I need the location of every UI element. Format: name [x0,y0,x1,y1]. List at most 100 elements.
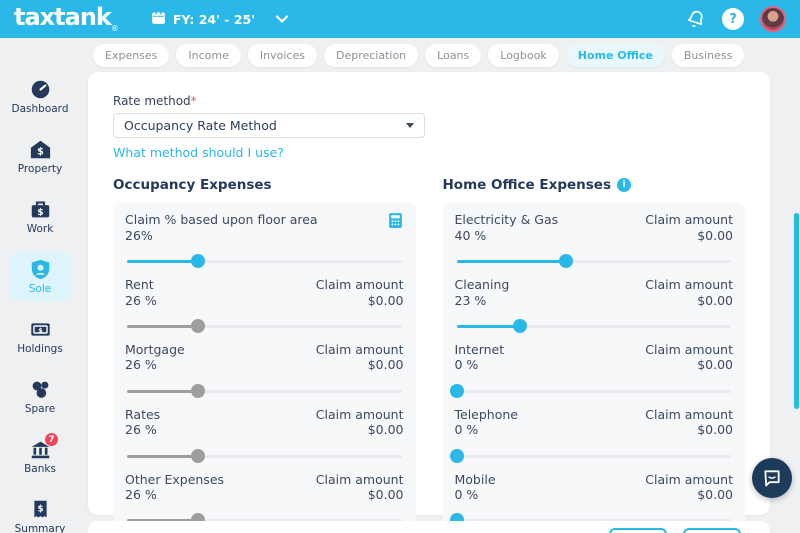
tab-bar: Expenses Income Invoices Depreciation Loans L… [93,44,745,67]
expense-label: Rent [125,276,154,292]
percent-slider[interactable] [127,448,402,463]
sidebar-item-dashboard[interactable]: Dashboard [9,72,71,121]
bank-icon: 7 [29,433,58,460]
sidebar-item-spare[interactable]: Spare [9,372,71,421]
percent-slider[interactable] [127,383,402,398]
sidebar-item-summary[interactable]: $ Summary [9,492,71,533]
cutoff-button-2[interactable] [683,528,741,533]
rate-method-select[interactable]: Occupancy Rate Method [113,113,425,138]
svg-text:$: $ [38,326,43,334]
gauge-icon [29,78,51,100]
claim-amount-label: Claim amount [645,341,733,357]
financial-year-label: FY: 24' - 25' [172,11,256,27]
svg-text:$: $ [37,146,44,157]
expense-row: Other Expenses 26 % Claim amount $0.00 [125,472,404,528]
expense-label: Telephone [454,406,518,422]
sidebar-item-label: Summary [14,523,66,533]
claim-amount-label: Claim amount [315,276,404,292]
tab-income[interactable]: Income [176,44,241,67]
info-icon[interactable]: i [616,178,631,192]
claim-amount-value: $0.00 [367,422,404,438]
receipt-dollar-icon: $ [29,498,51,520]
claim-amount-value: $0.00 [697,487,733,503]
claim-amount-label: Claim amount [315,341,404,357]
expense-row: Internet 0 % Claim amount $0.00 [449,341,733,398]
home-office-expenses-panel: Home Office Expenses i Electricity & Gas… [442,177,745,533]
expense-row: Claim % based upon floor area 26% [125,212,404,268]
chat-icon [764,470,780,487]
notification-bell-icon[interactable] [686,9,706,29]
rate-method-label: Rate method* [113,94,197,108]
tab-home-office[interactable]: Home Office [565,44,665,67]
claim-amount-value: $0.00 [697,357,733,373]
tab-invoices[interactable]: Invoices [247,44,317,67]
claim-amount-label: Claim amount [645,276,733,292]
percent-slider[interactable] [449,448,731,463]
rate-method-value: Occupancy Rate Method [124,118,277,133]
percent-slider[interactable] [127,318,402,333]
tab-depreciation[interactable]: Depreciation [323,44,419,67]
expense-row: Telephone 0 % Claim amount $0.00 [449,406,733,463]
help-button[interactable]: ? [722,8,744,30]
expense-label: Rates [125,406,161,422]
top-bar: taxtank® FY: 24' - 25' ? [0,0,800,38]
expense-percent: 23 % [454,292,487,308]
chat-bubble-button[interactable] [752,458,792,498]
sidebar-item-label: Dashboard [11,103,69,115]
occupancy-expenses-card: Claim % based upon floor area 26% Rent 2… [113,202,416,533]
cutoff-button-1[interactable] [609,528,667,533]
sidebar-item-sole[interactable]: Sole [9,252,71,301]
expense-label: Cleaning [454,276,510,292]
sidebar-item-label: Property [17,163,63,175]
sidebar-item-property[interactable]: $ Property [9,132,71,181]
percent-slider[interactable] [449,383,731,398]
calculator-icon[interactable] [387,213,404,233]
expense-label: Electricity & Gas [454,212,559,227]
expense-label: Claim % based upon floor area [125,212,318,227]
expense-percent: 26 % [125,422,157,438]
expense-percent: 26% [125,227,153,243]
cluster-icon [29,378,51,400]
help-glyph: ? [729,11,737,27]
expense-label: Mortgage [125,341,185,357]
expense-percent: 26 % [125,357,157,373]
tab-logbook[interactable]: Logbook [488,44,559,67]
percent-slider[interactable] [456,318,731,333]
claim-amount-label: Claim amount [645,471,733,487]
vertical-scrollbar[interactable] [794,213,799,409]
sidebar-item-banks[interactable]: 7 Banks [9,432,71,481]
claim-amount-value: $0.00 [367,357,404,373]
sidebar-item-work[interactable]: $ Work [9,192,71,241]
app-logo: taxtank® [14,3,119,33]
expense-row: Cleaning 23 % Claim amount $0.00 [454,276,733,333]
expense-row: Mobile 0 % Claim amount $0.00 [449,471,733,528]
sidebar-nav: Dashboard $ Property $ Work Sole $ Holdings Spar… [0,38,80,533]
registered-mark: ® [110,23,119,33]
expense-percent: 26 % [125,292,157,308]
shield-icon [29,258,51,280]
occupancy-expenses-title: Occupancy Expenses [113,177,272,193]
expense-percent: 26 % [125,487,157,503]
claim-amount-value: $0.00 [697,227,733,243]
chevron-down-icon [276,15,289,23]
method-help-link[interactable]: What method should I use? [113,145,284,160]
tab-expenses[interactable]: Expenses [93,44,170,67]
banknote-icon: $ [29,318,51,340]
expense-percent: 0 % [454,357,479,373]
tab-business[interactable]: Business [671,44,745,67]
expense-row: Rent 26 % Claim amount $0.00 [125,277,404,333]
user-avatar[interactable] [760,6,786,32]
claim-amount-value: $0.00 [367,292,404,308]
percent-slider[interactable] [127,253,402,268]
expense-label: Mobile [454,471,496,487]
claim-amount-label: Claim amount [645,406,733,422]
svg-text:$: $ [37,206,43,217]
briefcase-dollar-icon: $ [29,198,51,220]
lower-section [88,521,770,533]
tab-loans[interactable]: Loans [425,44,482,67]
financial-year-selector[interactable]: FY: 24' - 25' [151,10,289,28]
percent-slider[interactable] [456,253,731,268]
sidebar-item-holdings[interactable]: $ Holdings [9,312,71,361]
claim-amount-label: Claim amount [315,471,404,487]
svg-text:$: $ [37,504,43,514]
